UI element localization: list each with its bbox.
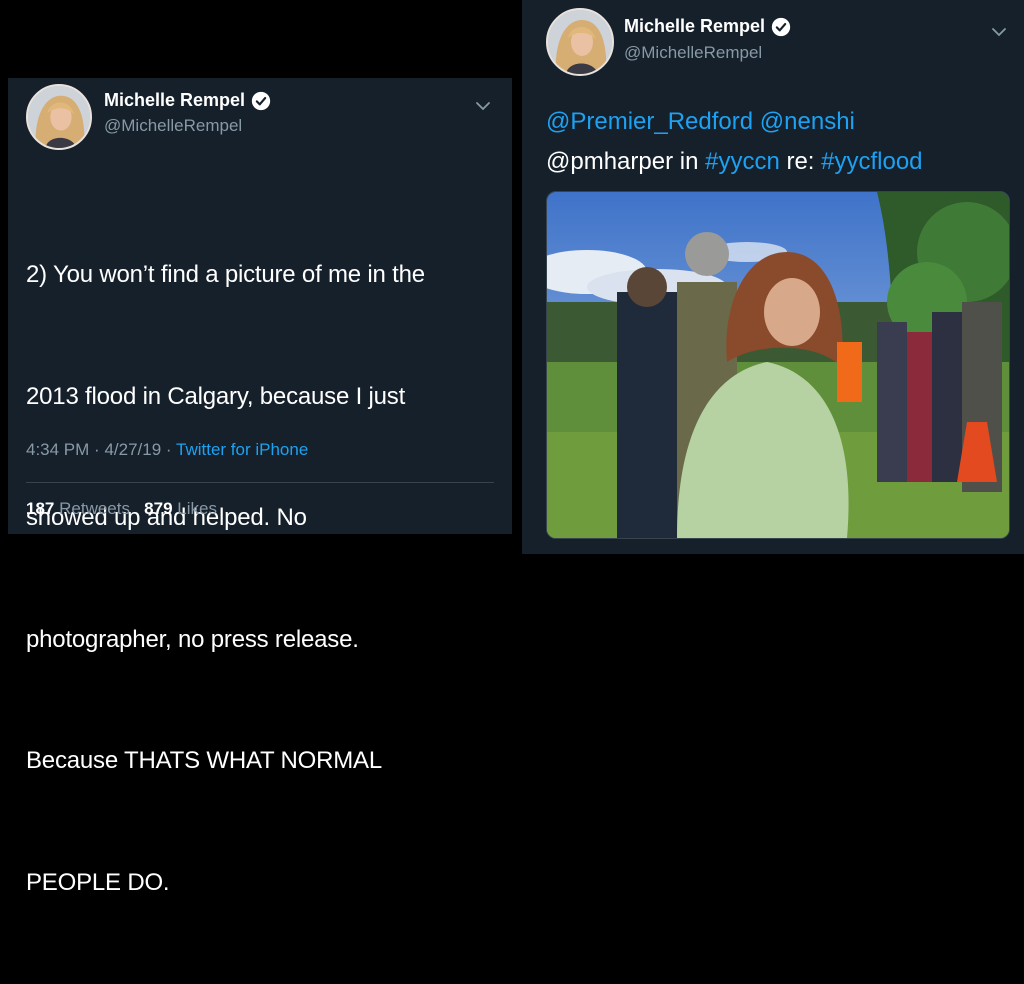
- retweets-count: 187: [26, 499, 55, 518]
- retweets-stat[interactable]: 187 Retweets: [26, 499, 130, 518]
- profile-photo: [28, 86, 90, 148]
- avatar[interactable]: [26, 84, 92, 150]
- tweet-stats: 187 Retweets 879 Likes: [26, 499, 217, 519]
- tweet-text: 2) You won’t find a picture of me in the…: [26, 174, 425, 984]
- likes-stat[interactable]: 879 Likes: [144, 499, 217, 518]
- tweet-photo[interactable]: [546, 191, 1010, 539]
- flood-photo: [547, 192, 1009, 538]
- retweets-label: Retweets: [59, 499, 130, 518]
- meta-separator: ·: [165, 440, 172, 459]
- mention-link[interactable]: @Premier_Redford: [546, 108, 753, 135]
- tweet-time[interactable]: 4:34 PM: [26, 440, 89, 459]
- meta-separator: ·: [94, 440, 100, 459]
- right-tweet-card[interactable]: Michelle Rempel @MichelleRempel @Premier…: [522, 0, 1024, 554]
- divider: [26, 482, 494, 483]
- tweet-line: PEOPLE DO.: [26, 868, 170, 896]
- tweet-line: @Premier_Redford @nenshi: [546, 102, 923, 142]
- display-name[interactable]: Michelle Rempel: [624, 16, 765, 37]
- tweet-line: 2013 flood in Calgary, because I just: [26, 382, 406, 410]
- text-in: in: [673, 148, 706, 175]
- handle[interactable]: @MichelleRempel: [104, 116, 242, 136]
- text-re: re:: [779, 148, 822, 175]
- mention-link[interactable]: @nenshi: [760, 108, 855, 135]
- likes-label: Likes: [177, 499, 217, 518]
- tweet-line: 2) You won’t find a picture of me in the: [26, 261, 425, 288]
- chevron-down-icon[interactable]: [474, 100, 492, 112]
- tweet-line: photographer, no press release.: [26, 625, 359, 653]
- tweet-text: @Premier_Redford @nenshi @pmharper in #y…: [546, 102, 923, 182]
- display-name[interactable]: Michelle Rempel: [104, 90, 245, 111]
- hashtag-link[interactable]: #yycflood: [821, 148, 922, 175]
- tweet-client-link[interactable]: Twitter for iPhone: [176, 440, 308, 459]
- tweet-line: @pmharper in #yyccn re: #yycflood: [546, 142, 923, 182]
- chevron-down-icon[interactable]: [990, 26, 1008, 38]
- tweet-date[interactable]: 4/27/19: [104, 440, 161, 459]
- verified-badge-icon: [251, 91, 271, 111]
- avatar[interactable]: [546, 8, 614, 76]
- profile-photo: [548, 10, 612, 74]
- handle[interactable]: @MichelleRempel: [624, 43, 762, 63]
- tweet-line: Because THATS WHAT NORMAL: [26, 747, 382, 774]
- verified-badge-icon: [771, 17, 791, 37]
- tweet-meta: 4:34 PM · 4/27/19 · Twitter for iPhone: [26, 440, 308, 460]
- mention-text: @pmharper: [546, 148, 674, 175]
- likes-count: 879: [144, 499, 173, 518]
- hashtag-link[interactable]: #yyccn: [705, 148, 780, 175]
- left-tweet-card[interactable]: Michelle Rempel @MichelleRempel 2) You w…: [8, 78, 512, 896]
